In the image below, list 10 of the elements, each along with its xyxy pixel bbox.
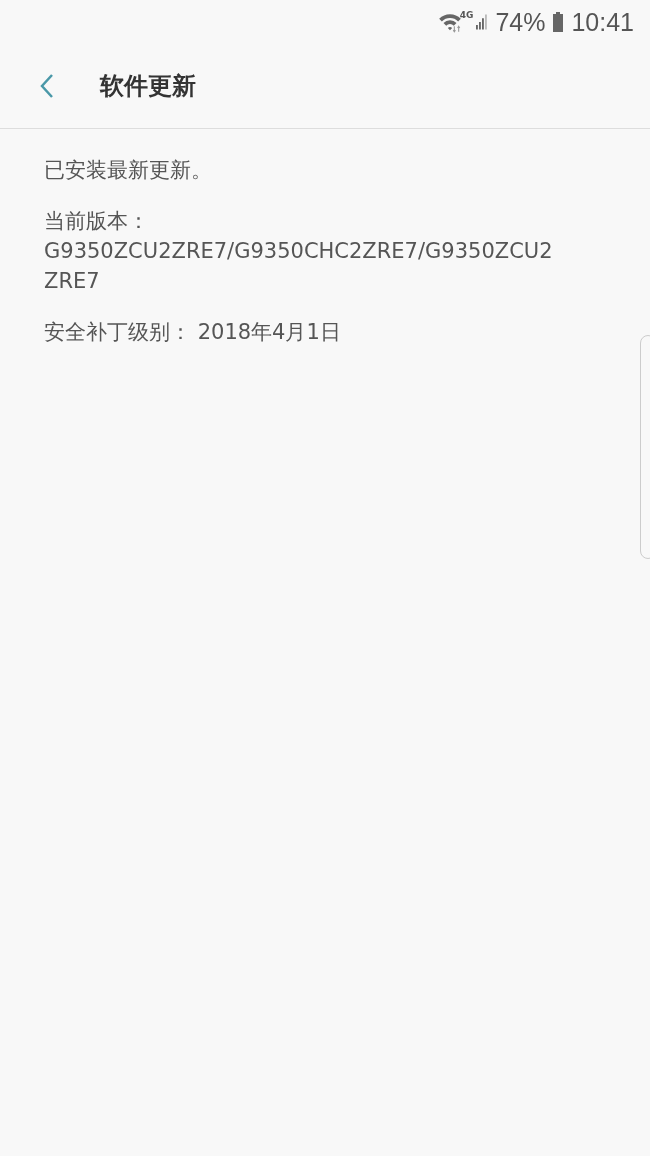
info-text: 已安装最新更新。	[44, 157, 213, 184]
clock: 10:41	[571, 7, 634, 37]
battery-icon	[552, 12, 565, 32]
network-label: 4G	[459, 10, 474, 20]
signal-icon	[476, 13, 489, 31]
info-text: 安全补丁级别： 2018年4月1日	[44, 319, 342, 346]
info-text: 当前版本：G9350ZCU2ZRE7/G9350CHC2ZRE7/G9350ZCU2ZRE7	[44, 208, 554, 295]
back-icon	[40, 73, 54, 99]
battery-percentage: 74%	[495, 7, 546, 37]
page-title: 软件更新	[100, 71, 196, 102]
